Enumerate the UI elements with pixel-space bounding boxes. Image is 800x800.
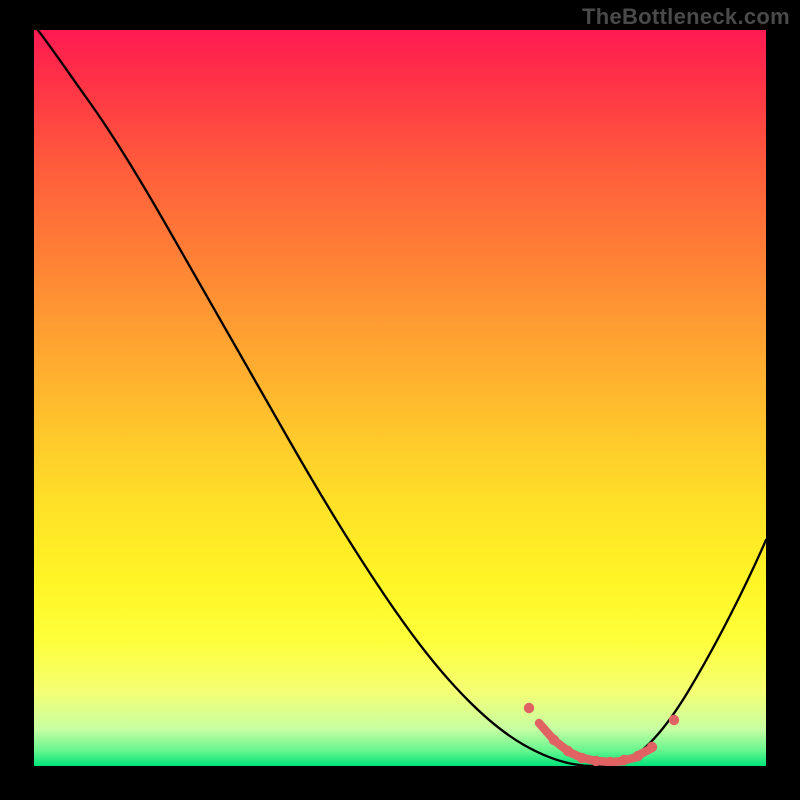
plot-area bbox=[34, 30, 766, 766]
watermark-text: TheBottleneck.com bbox=[582, 4, 790, 30]
bottleneck-curve bbox=[34, 30, 766, 766]
curve-svg bbox=[34, 30, 766, 766]
chart-frame: TheBottleneck.com bbox=[0, 0, 800, 800]
